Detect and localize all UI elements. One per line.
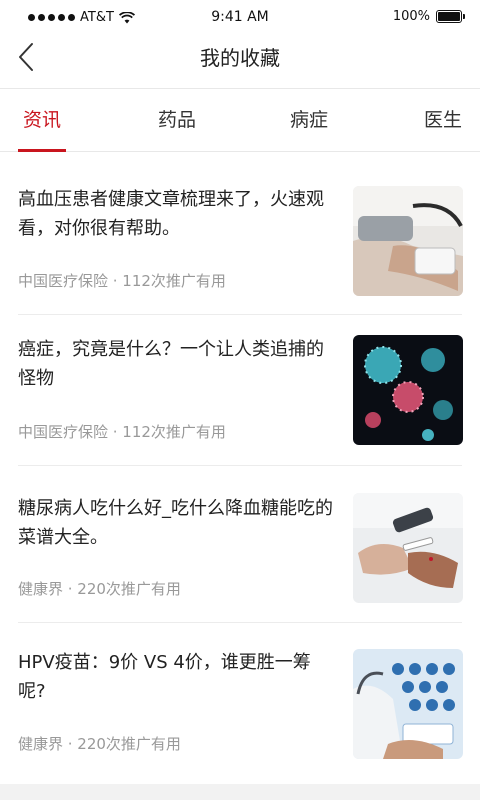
article-title: 糖尿病人吃什么好_吃什么降血糖能吃的菜谱大全。: [18, 498, 333, 548]
list-item[interactable]: HPV疫苗：9价 VS 4价，谁更胜一筹呢? 健康界 · 220次推广有用: [0, 623, 480, 784]
article-thumbnail: [353, 335, 463, 445]
list-item[interactable]: 高血压患者健康文章梳理来了，火速观看，对你很有帮助。 中国医疗保险 · 112次…: [0, 152, 480, 312]
list-item[interactable]: 糖尿病人吃什么好_吃什么降血糖能吃的菜谱大全。 健康界 · 220次推广有用: [0, 466, 480, 623]
list-item[interactable]: 癌症，究竟是什么？一个让人类追捕的怪物 中国医疗保险 · 112次推广有用: [0, 315, 480, 465]
blood-pressure-photo: [353, 186, 463, 296]
status-bar: AT&T 9:41 AM 100%: [0, 0, 480, 36]
virus-cells-photo: [353, 335, 463, 445]
medical-icons-photo: [353, 649, 463, 759]
tab-doctors[interactable]: 医生: [424, 89, 462, 151]
battery-icon: [436, 10, 465, 23]
status-right: 100%: [392, 9, 465, 24]
tab-news[interactable]: 资讯: [23, 89, 61, 151]
glucose-test-photo: [353, 493, 463, 603]
article-meta: 健康界 · 220次推广有用: [18, 580, 181, 598]
page-title: 我的收藏: [200, 46, 280, 70]
article-title: 癌症，究竟是什么？一个让人类追捕的怪物: [18, 339, 324, 389]
tab-diseases[interactable]: 病症: [290, 89, 328, 151]
nav-bar: 我的收藏: [0, 36, 480, 89]
article-meta: 中国医疗保险 · 112次推广有用: [18, 272, 226, 290]
battery-percent: 100%: [392, 9, 430, 24]
article-title: HPV疫苗：9价 VS 4价，谁更胜一筹呢?: [18, 652, 311, 702]
tab-drugs[interactable]: 药品: [158, 89, 196, 151]
list-footer: [0, 784, 480, 800]
article-thumbnail: [353, 493, 463, 603]
category-tabs: 资讯 药品 病症 医生: [0, 89, 480, 152]
article-meta: 健康界 · 220次推广有用: [18, 735, 181, 753]
article-thumbnail: [353, 649, 463, 759]
article-meta: 中国医疗保险 · 112次推广有用: [18, 423, 226, 441]
article-thumbnail: [353, 186, 463, 296]
article-title: 高血压患者健康文章梳理来了，火速观看，对你很有帮助。: [18, 189, 324, 239]
